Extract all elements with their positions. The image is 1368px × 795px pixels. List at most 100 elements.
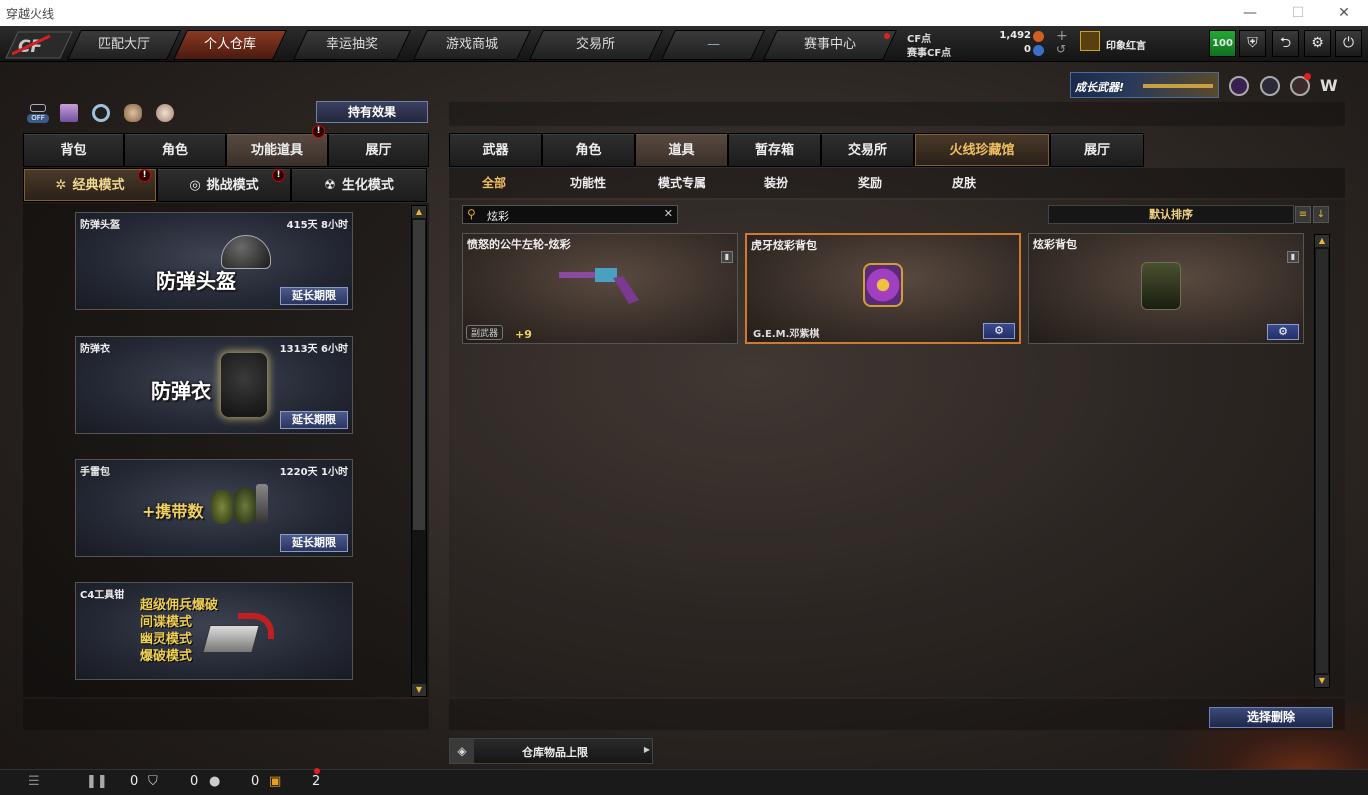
- nav-tab-match-lobby[interactable]: 匹配大厅: [67, 30, 181, 60]
- search-input[interactable]: 炫彩: [487, 208, 509, 224]
- currency-panel: CF点 1,492 + 赛事CF点 0 ↺: [905, 28, 1075, 59]
- list-item[interactable]: 防弹头盔 415天 8小时 防弹头盔 延长期限: [75, 212, 353, 310]
- bag-icon[interactable]: [156, 104, 174, 122]
- main-tab-exchange[interactable]: 交易所: [821, 133, 914, 167]
- scroll-down-icon[interactable]: ▼: [1315, 675, 1329, 687]
- chat-icon[interactable]: ●: [209, 774, 220, 789]
- toggle-off-icon[interactable]: OFF: [27, 102, 49, 124]
- extend-button[interactable]: 延长期限: [280, 411, 348, 429]
- tab-function-items[interactable]: 功能道具: [226, 133, 328, 167]
- power-icon[interactable]: ⏻: [1335, 30, 1362, 57]
- friends-icon[interactable]: ❚❚: [86, 774, 108, 789]
- grenade-icon: [211, 490, 233, 524]
- minimize-icon[interactable]: —: [1240, 3, 1260, 23]
- tab-backpack[interactable]: 背包: [23, 133, 124, 167]
- badge-icon-2[interactable]: [1260, 76, 1280, 96]
- growth-weapon-banner[interactable]: 成长武器!: [1070, 72, 1219, 98]
- classic-mode-icon: ✲: [55, 178, 67, 193]
- sub-tab-cosmetic[interactable]: 装扮: [752, 171, 800, 195]
- cf-coin-icon: [1033, 31, 1044, 42]
- sort-direction-icon[interactable]: ↓: [1313, 206, 1329, 223]
- scroll-thumb[interactable]: [413, 220, 425, 530]
- weapon-type-tag: 副武器: [466, 325, 504, 340]
- left-footer: [23, 699, 429, 730]
- main-tab-showroom[interactable]: 展厅: [1050, 133, 1144, 167]
- gift-notification-dot: [314, 768, 320, 774]
- nav-tab-event-center[interactable]: 赛事中心: [763, 30, 897, 60]
- gift-icon[interactable]: ▣: [269, 774, 281, 789]
- clear-search-icon[interactable]: ✕: [664, 207, 673, 220]
- w-logo-icon[interactable]: W: [1320, 76, 1342, 96]
- sub-tab-skin[interactable]: 皮肤: [940, 171, 988, 195]
- settings-icon[interactable]: ⚙: [983, 323, 1015, 339]
- sub-tab-functional[interactable]: 功能性: [560, 171, 616, 195]
- sub-tab-all[interactable]: 全部: [470, 171, 518, 195]
- nav-collapsed-tab[interactable]: —: [661, 30, 765, 60]
- challenge-mode-icon: ◎: [189, 178, 201, 193]
- character-icon[interactable]: [124, 104, 142, 122]
- main-tab-items[interactable]: 道具: [635, 133, 728, 167]
- expand-arrow-icon: ▶: [643, 745, 650, 754]
- function-items-alert: !: [312, 125, 325, 138]
- scroll-track[interactable]: [1316, 249, 1328, 673]
- sort-dropdown[interactable]: 默认排序: [1048, 205, 1294, 224]
- level-badge[interactable]: 100: [1209, 30, 1236, 57]
- storage-limit-bar[interactable]: ◈ 仓库物品上限 ▶: [449, 738, 653, 764]
- sub-tab-mode-exclusive[interactable]: 模式专属: [650, 171, 714, 195]
- trash-icon[interactable]: ▮: [1287, 251, 1299, 263]
- trash-icon[interactable]: ▮: [721, 251, 733, 263]
- window-titlebar: 穿越火线 — ☐ ✕: [0, 0, 1368, 26]
- scroll-up-icon[interactable]: ▲: [412, 206, 426, 218]
- switch-icon[interactable]: ⮌: [1272, 30, 1299, 57]
- settings-icon[interactable]: ⚙: [1267, 324, 1299, 340]
- mode-tab-zombie[interactable]: ☢ 生化模式: [291, 168, 427, 202]
- nav-tab-game-store[interactable]: 游戏商城: [413, 30, 531, 60]
- clan-icon[interactable]: ⛉: [148, 774, 158, 789]
- refresh-icon[interactable]: ↺: [1056, 42, 1066, 56]
- right-scrollbar[interactable]: ▲ ▼: [1314, 234, 1330, 688]
- stats-icon[interactable]: [60, 104, 78, 122]
- list-item[interactable]: C4工具钳 超级佣兵爆破 间谍模式 幽灵模式 爆破模式: [75, 582, 353, 680]
- chat-count: 0: [251, 774, 260, 789]
- list-item[interactable]: 手雷包 1220天 1小时 +携带数 延长期限: [75, 459, 353, 557]
- close-icon[interactable]: ✕: [1334, 3, 1354, 23]
- effects-button[interactable]: 持有效果: [316, 101, 428, 123]
- search-box[interactable]: ⚲ 炫彩 ✕: [462, 205, 678, 224]
- item-card-revolver[interactable]: 愤怒的公牛左轮-炫彩 ▮ 副武器 +9: [462, 233, 738, 344]
- extend-button[interactable]: 延长期限: [280, 534, 348, 552]
- list-item[interactable]: 防弹衣 1313天 6小时 防弹衣 延长期限: [75, 336, 353, 434]
- target-icon[interactable]: [92, 104, 110, 122]
- main-tab-weapons[interactable]: 武器: [449, 133, 542, 167]
- extend-button[interactable]: 延长期限: [280, 287, 348, 305]
- zombie-mode-icon: ☢: [324, 178, 336, 193]
- username: 印象红言: [1106, 41, 1146, 52]
- tab-showroom[interactable]: 展厅: [328, 133, 429, 167]
- list-view-icon[interactable]: ≡: [1295, 206, 1311, 223]
- item-card-camo-backpack[interactable]: 炫彩背包 ▮ ⚙: [1028, 233, 1304, 344]
- scroll-up-icon[interactable]: ▲: [1315, 235, 1329, 247]
- shield-icon[interactable]: ⛨: [1239, 30, 1266, 57]
- main-tab-collection[interactable]: 火线珍藏馆: [914, 133, 1050, 167]
- scroll-down-icon[interactable]: ▼: [412, 684, 426, 696]
- badge-icon-1[interactable]: [1229, 76, 1249, 96]
- sub-tab-reward[interactable]: 奖励: [846, 171, 894, 195]
- nav-tab-lucky-draw[interactable]: 幸运抽奖: [293, 30, 411, 60]
- user-info[interactable]: 印象红言: [1078, 29, 1188, 55]
- cf-logo[interactable]: CF: [4, 30, 74, 60]
- nav-tab-exchange[interactable]: 交易所: [529, 30, 663, 60]
- right-header-strip: [449, 102, 1345, 126]
- mode-tab-classic[interactable]: ✲ 经典模式: [23, 168, 157, 202]
- mode-tab-challenge[interactable]: ◎ 挑战模式: [157, 168, 291, 202]
- menu-icon[interactable]: ☰: [28, 774, 40, 789]
- clan-count: 0: [190, 774, 199, 789]
- tab-character[interactable]: 角色: [124, 133, 226, 167]
- item-card-huya-backpack[interactable]: 虎牙炫彩背包 G.E.M.邓紫棋 ⚙: [745, 233, 1021, 344]
- left-scrollbar[interactable]: ▲ ▼: [411, 205, 427, 697]
- maximize-icon[interactable]: ☐: [1288, 3, 1308, 23]
- select-delete-button[interactable]: 选择删除: [1209, 707, 1333, 728]
- bottom-status-bar: [0, 769, 1368, 795]
- settings-gear-icon[interactable]: ⚙: [1304, 30, 1331, 57]
- nav-tab-personal-storage[interactable]: 个人仓库: [173, 30, 287, 60]
- main-tab-temp-box[interactable]: 暂存箱: [728, 133, 821, 167]
- main-tab-characters[interactable]: 角色: [542, 133, 635, 167]
